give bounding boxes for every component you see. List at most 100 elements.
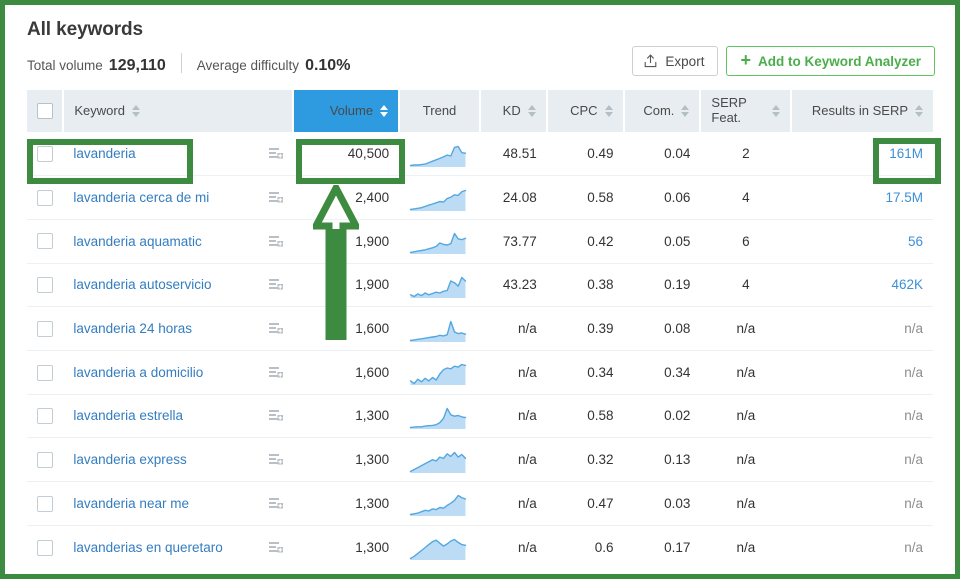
trend-sparkline-cell xyxy=(399,350,480,395)
cpc-cell: 0.39 xyxy=(546,306,624,351)
kd-cell: n/a xyxy=(479,306,547,351)
row-checkbox[interactable] xyxy=(37,364,54,381)
keyword-link[interactable]: lavanderia aquamatic xyxy=(73,234,201,249)
row-select-cell xyxy=(27,437,64,482)
row-checkbox[interactable] xyxy=(37,451,54,468)
row-checkbox[interactable] xyxy=(37,277,54,294)
add-to-list-icon[interactable] xyxy=(268,322,283,335)
volume-cell: 1,600 xyxy=(292,350,400,395)
com-cell: 0.05 xyxy=(623,219,701,264)
sort-icon-results-in-serp[interactable] xyxy=(915,104,923,118)
keyword-link[interactable]: lavanderia a domicilio xyxy=(73,365,203,380)
add-to-list-icon[interactable] xyxy=(268,366,283,379)
cpc-cell: 0.42 xyxy=(546,219,624,264)
select-all-checkbox[interactable] xyxy=(37,103,53,120)
sort-icon-com[interactable] xyxy=(681,104,690,118)
column-label-volume: Volume xyxy=(329,102,374,118)
row-checkbox[interactable] xyxy=(37,145,54,162)
row-checkbox[interactable] xyxy=(37,408,54,425)
page-title: All keywords xyxy=(27,19,144,40)
sort-icon-cpc[interactable] xyxy=(604,104,613,118)
results-in-serp-value[interactable]: 17.5M xyxy=(885,190,923,205)
sort-icon-keyword[interactable] xyxy=(131,104,140,118)
row-checkbox[interactable] xyxy=(37,233,54,250)
results-in-serp-value[interactable]: 161M xyxy=(889,146,923,161)
row-checkbox[interactable] xyxy=(37,189,54,206)
column-header-trend: Trend xyxy=(399,90,481,132)
add-to-list-icon[interactable] xyxy=(268,497,283,510)
table-body: lavanderia 40,500 48.51 0.49 0.04 2 161M lavand… xyxy=(27,132,933,569)
table-row: lavanderia cerca de mi 2,400 24.08 0.58 0.06… xyxy=(27,175,933,220)
results-in-serp-value[interactable]: 462K xyxy=(891,277,923,292)
stats-divider xyxy=(180,53,182,73)
keyword-link[interactable]: lavanderia express xyxy=(73,452,186,467)
header-actions: Export + Add to Keyword Analyzer xyxy=(632,46,935,76)
add-to-list-icon[interactable] xyxy=(268,235,283,248)
com-cell: 0.02 xyxy=(623,394,701,439)
cpc-cell: 0.49 xyxy=(546,132,624,177)
keyword-link[interactable]: lavanderia 24 horas xyxy=(73,321,192,336)
cpc-cell: 0.32 xyxy=(546,437,624,482)
column-label-com: Com. xyxy=(643,102,675,118)
trend-sparkline-cell xyxy=(399,263,480,308)
volume-cell: 1,900 xyxy=(292,263,400,308)
trend-sparkline-cell xyxy=(399,132,480,177)
column-header-com[interactable]: Com. xyxy=(623,90,702,132)
serp-features-cell: 6 xyxy=(700,219,792,264)
column-header-serp-features[interactable]: SERP Feat. xyxy=(700,90,793,132)
table-row: lavanderia estrella 1,300 n/a 0.58 0.02 n/a n/… xyxy=(27,394,933,439)
results-in-serp-value: n/a xyxy=(904,495,923,511)
sort-icon-kd[interactable] xyxy=(527,104,536,118)
keyword-link[interactable]: lavanderia near me xyxy=(73,496,189,511)
export-label: Export xyxy=(665,53,705,69)
keyword-link[interactable]: lavanderia estrella xyxy=(73,408,183,423)
row-checkbox[interactable] xyxy=(37,320,54,337)
table-row: lavanderia express 1,300 n/a 0.32 0.13 n/a n/a xyxy=(27,437,933,482)
column-header-kd[interactable]: KD xyxy=(479,90,548,132)
column-header-volume[interactable]: Volume xyxy=(292,90,401,132)
results-in-serp-value: n/a xyxy=(904,364,923,380)
add-to-keyword-analyzer-button[interactable]: + Add to Keyword Analyzer xyxy=(726,46,935,76)
cpc-cell: 0.6 xyxy=(546,525,624,569)
results-in-serp-value[interactable]: 56 xyxy=(908,234,923,249)
serp-features-cell: n/a xyxy=(700,437,792,482)
com-cell: 0.08 xyxy=(623,306,701,351)
volume-cell: 1,300 xyxy=(292,481,400,526)
add-to-list-icon[interactable] xyxy=(268,278,283,291)
serp-features-cell: 4 xyxy=(700,175,792,220)
keyword-link[interactable]: lavanderias en queretaro xyxy=(73,540,222,555)
row-checkbox[interactable] xyxy=(37,495,54,512)
keyword-cell: lavanderia near me xyxy=(63,481,293,526)
keyword-link[interactable]: lavanderia cerca de mi xyxy=(73,190,209,205)
column-header-results-in-serp[interactable]: Results in SERP xyxy=(791,90,933,132)
add-to-keyword-analyzer-label: Add to Keyword Analyzer xyxy=(757,53,921,69)
add-to-list-icon[interactable] xyxy=(268,147,283,160)
volume-cell: 40,500 xyxy=(292,132,400,177)
column-header-keyword[interactable]: Keyword xyxy=(63,90,294,132)
sort-icon-volume[interactable] xyxy=(380,104,389,118)
serp-features-cell: 4 xyxy=(700,263,792,308)
add-to-list-icon[interactable] xyxy=(268,409,283,422)
column-label-keyword: Keyword xyxy=(74,102,125,118)
export-button[interactable]: Export xyxy=(632,46,719,76)
table-row: lavanderias en queretaro 1,300 n/a 0.6 0.17 n… xyxy=(27,525,933,569)
add-to-list-icon[interactable] xyxy=(268,191,283,204)
keyword-overview-panel: All keywords Total volume 129,110 Averag… xyxy=(0,0,960,579)
serp-features-cell: n/a xyxy=(700,306,792,351)
keyword-cell: lavanderia aquamatic xyxy=(63,219,293,264)
add-to-list-icon[interactable] xyxy=(268,541,283,554)
keyword-link[interactable]: lavanderia autoservicio xyxy=(73,277,211,292)
com-cell: 0.17 xyxy=(623,525,701,569)
sort-icon-serp-features[interactable] xyxy=(772,104,781,118)
keyword-link[interactable]: lavanderia xyxy=(73,146,135,161)
com-cell: 0.03 xyxy=(623,481,701,526)
add-to-list-icon[interactable] xyxy=(268,453,283,466)
cpc-cell: 0.58 xyxy=(546,175,624,220)
column-label-serp-features: SERP Feat. xyxy=(711,95,747,125)
column-header-cpc[interactable]: CPC xyxy=(546,90,625,132)
serp-features-cell: n/a xyxy=(700,350,792,395)
row-checkbox[interactable] xyxy=(37,539,54,556)
results-in-serp-cell: 161M xyxy=(791,132,933,177)
column-label-kd: KD xyxy=(502,102,521,118)
table-row: lavanderia 40,500 48.51 0.49 0.04 2 161M xyxy=(27,132,933,177)
